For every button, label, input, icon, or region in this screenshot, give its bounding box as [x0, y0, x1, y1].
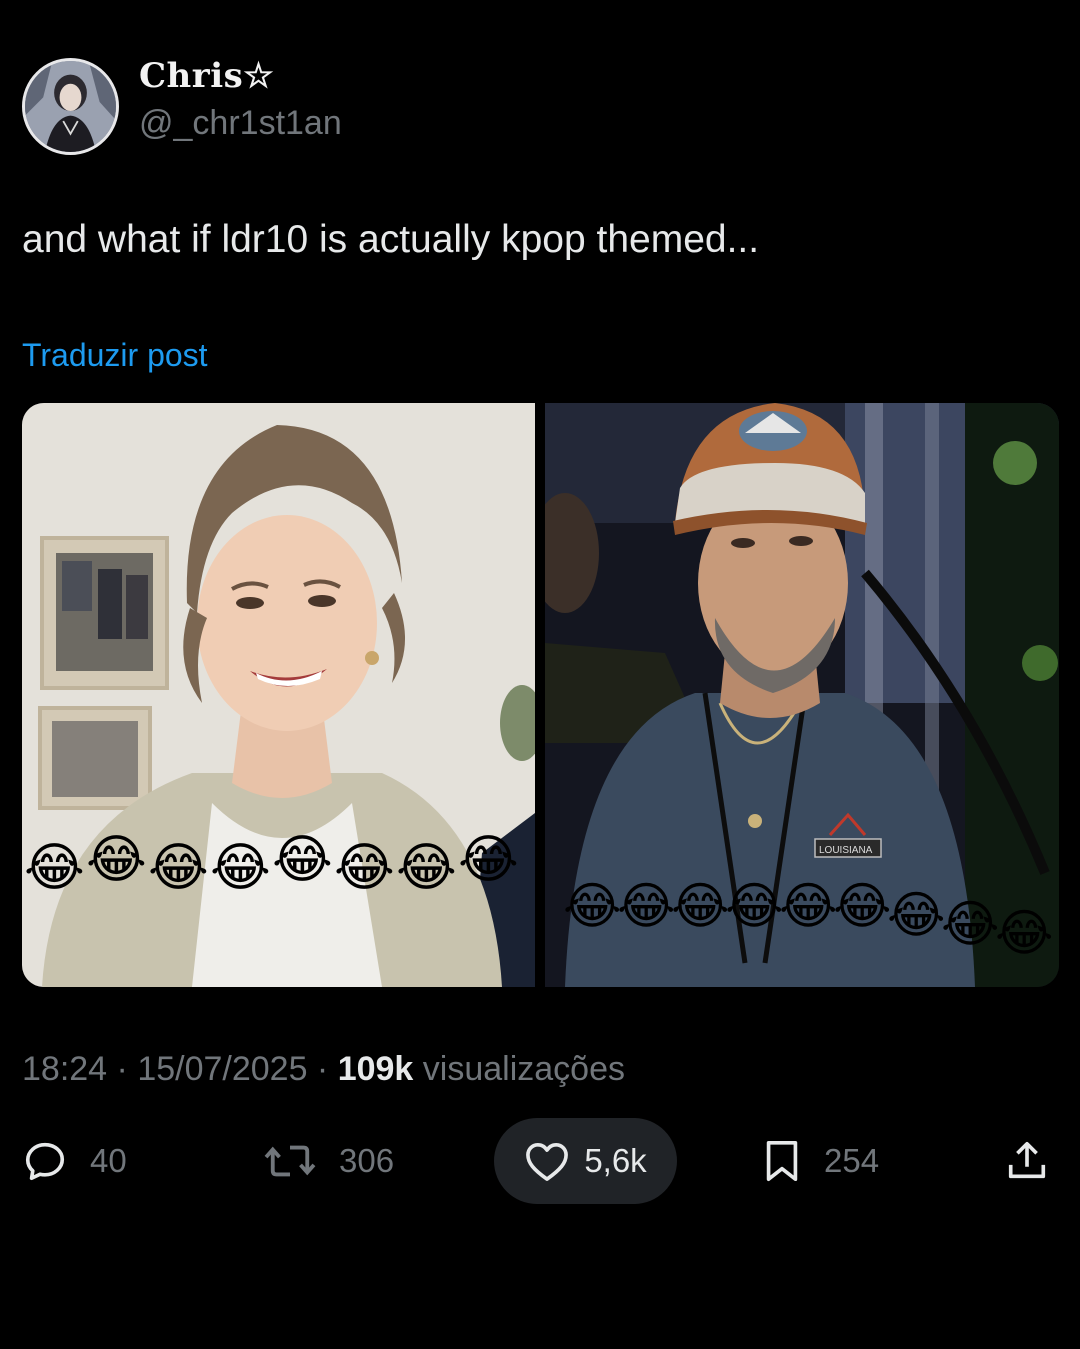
- post-page: Chris☆ @_chr1st1an and what if ldr10 is …: [0, 0, 1080, 1349]
- bookmark-button[interactable]: 254: [762, 1118, 879, 1204]
- reply-count: 40: [90, 1142, 127, 1179]
- author-avatar[interactable]: [22, 58, 119, 155]
- media-photo-right[interactable]: 😂😂😂😂😂😂😂😂😂 LOUISIANA: [545, 403, 1059, 987]
- meta-separator: ·: [307, 1050, 338, 1088]
- media-photo-left[interactable]: 😂😂😂😂😂😂😂😂: [22, 403, 535, 987]
- translate-post-link[interactable]: Traduzir post: [22, 337, 208, 374]
- repost-count: 306: [339, 1142, 395, 1179]
- views-count: 109k: [337, 1050, 414, 1088]
- post-media[interactable]: 😂😂😂😂😂😂😂😂 😂😂😂😂😂😂😂😂😂 LOUISIANA: [22, 403, 1059, 987]
- woman-photo: 😂😂😂😂😂😂😂😂: [22, 403, 535, 987]
- post-time[interactable]: 18:24: [22, 1050, 107, 1088]
- author-handle[interactable]: @_chr1st1an: [139, 104, 342, 143]
- meta-separator: ·: [107, 1050, 138, 1088]
- cap-patch-text: LOUISIANA: [819, 845, 873, 856]
- reply-button[interactable]: 40: [22, 1118, 127, 1204]
- post-meta: 18:24 · 15/07/2025 · 109k visualizações: [22, 1050, 625, 1089]
- views-label: visualizações: [413, 1050, 625, 1088]
- reply-icon: [25, 1142, 65, 1181]
- man-photo: 😂😂😂😂😂😂😂😂😂LOUISIANA: [545, 403, 1059, 987]
- avatar-image: [25, 61, 116, 152]
- repost-icon: [264, 1145, 316, 1177]
- author-display-name[interactable]: Chris☆: [139, 56, 274, 96]
- repost-button[interactable]: 306: [263, 1118, 394, 1204]
- laughing-emoji-strip: 😂😂😂😂😂😂😂😂: [24, 830, 519, 898]
- share-icon: [1008, 1141, 1046, 1179]
- share-button[interactable]: [1004, 1118, 1050, 1204]
- heart-icon: [526, 1142, 569, 1181]
- like-count: 5,6k: [584, 1142, 647, 1179]
- like-button[interactable]: 5,6k: [494, 1118, 677, 1204]
- action-bar: 40 306 5,6k 254: [0, 1118, 1080, 1204]
- bookmark-icon: [766, 1140, 798, 1182]
- post-date[interactable]: 15/07/2025: [137, 1050, 307, 1088]
- post-text: and what if ldr10 is actually kpop theme…: [22, 218, 760, 261]
- bookmark-count: 254: [824, 1142, 880, 1179]
